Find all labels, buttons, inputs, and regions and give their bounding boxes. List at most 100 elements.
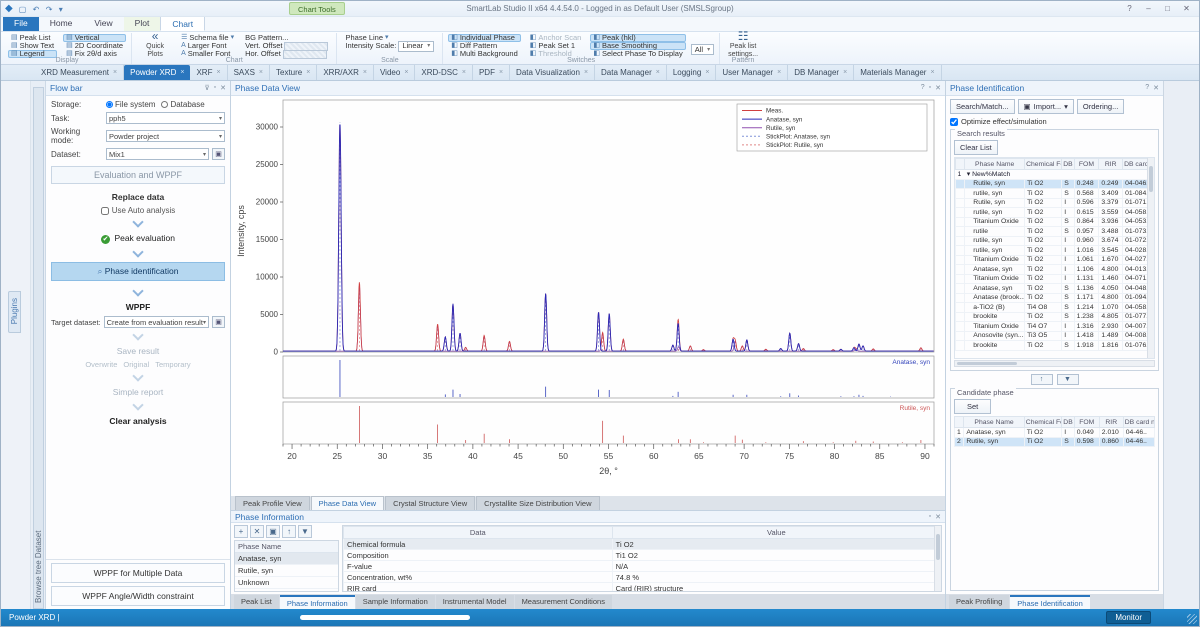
quick-plots-button[interactable]: « QuickPlots (137, 34, 173, 55)
result-row[interactable]: rutile, synTi O2 I1.0163.54504-028... (956, 246, 1154, 256)
plugin-tab[interactable]: Video× (374, 65, 415, 80)
phase-list-item[interactable]: Anatase, syn (235, 553, 338, 565)
column-header-value[interactable]: Value (612, 527, 940, 539)
plugin-tab[interactable]: XRD Measurement× (35, 65, 124, 80)
result-row[interactable]: Rutile, synTi O2 I0.5963.37901-071... (956, 198, 1154, 208)
close-tab-icon[interactable]: × (705, 65, 709, 80)
storage-radio[interactable]: File system (106, 100, 155, 109)
bottom-tab[interactable]: Instrumental Model (436, 595, 514, 609)
detail-row[interactable]: Chemical formulaTi O2 (344, 539, 941, 550)
result-row[interactable]: rutile, synTi O2 S0.5683.40901-084... (956, 189, 1154, 199)
close-tab-icon[interactable]: × (930, 65, 934, 80)
result-row[interactable]: Anosovite (syn...Ti3 O5 I1.4181.48904-00… (956, 331, 1154, 341)
col-phase-name[interactable]: Phase Name (965, 159, 1025, 170)
col-formula[interactable]: Chemical Form... (1025, 159, 1062, 170)
redo-icon[interactable]: ↷ (46, 5, 53, 14)
target-dataset-select[interactable]: Create from evaluation result▾ (104, 316, 209, 328)
result-row[interactable]: Rutile, synTi O2 S0.2480.24904-046... (956, 179, 1154, 189)
task-select[interactable]: pph5▾ (106, 112, 225, 124)
help-icon[interactable]: ? (921, 84, 925, 92)
help-icon[interactable]: ? (1145, 84, 1149, 92)
bottom-tab[interactable]: Phase Information (280, 595, 355, 609)
result-row[interactable]: rutileTi O2 S0.9573.48801-073... (956, 227, 1154, 237)
detail-row[interactable]: CompositionTi1 O2 (344, 550, 941, 561)
detail-row[interactable]: RIR cardCard (RIR) structure (344, 583, 941, 593)
auto-analysis-checkbox[interactable] (101, 207, 109, 215)
qat-dropdown-icon[interactable]: ▾ (59, 5, 63, 14)
close-tab-icon[interactable]: × (462, 65, 466, 80)
plugin-tab[interactable]: PDF× (473, 65, 510, 80)
result-row[interactable]: rutile, synTi O2 I0.6153.55904-058... (956, 208, 1154, 218)
close-button[interactable]: ✕ (1178, 3, 1195, 15)
resize-grip[interactable] (1187, 614, 1197, 624)
ribbon-tab[interactable]: File (3, 16, 39, 31)
plugin-tab[interactable]: Texture× (270, 65, 317, 80)
sort-button[interactable]: ▼ (298, 525, 312, 538)
ordering-button[interactable]: Ordering... (1077, 99, 1124, 114)
ribbon-tab[interactable]: Chart (160, 16, 205, 31)
close-tab-icon[interactable]: × (306, 65, 310, 80)
save-icon[interactable]: ▢ (19, 5, 27, 14)
col-fom[interactable]: FOM (1074, 159, 1099, 170)
result-row[interactable]: brookiteTi O2 S1.2384.80501-077... (956, 312, 1154, 322)
move-to-candidate-button[interactable]: ↑ (1031, 374, 1053, 385)
plugins-side-tab[interactable]: Plugins (8, 291, 21, 333)
flow-step-peak-evaluation[interactable]: ✔ Peak evaluation (51, 232, 225, 245)
optimize-checkbox[interactable] (950, 118, 958, 126)
maximize-button[interactable]: □ (1159, 3, 1176, 15)
add-phase-button[interactable]: + (234, 525, 248, 538)
dataset-browse-button[interactable]: ▣ (212, 148, 225, 160)
import-button[interactable]: ▣ Import... ▾ (1018, 99, 1074, 114)
close-tab-icon[interactable]: × (259, 65, 263, 80)
result-row[interactable]: Titanium OxideTi O2 I1.0611.67004-027... (956, 255, 1154, 265)
close-tab-icon[interactable]: × (404, 65, 408, 80)
result-row[interactable]: Titanium OxideTi O2 I1.1311.46004-071... (956, 274, 1154, 284)
plugin-tab[interactable]: SAXS× (228, 65, 270, 80)
result-row[interactable]: brookiteTi O2 S1.9181.81601-076... (956, 341, 1154, 351)
expand-icon[interactable]: ▾ (967, 171, 970, 178)
help-button[interactable]: ? (1121, 3, 1138, 15)
view-tab[interactable]: Phase Data View (311, 496, 384, 510)
working-mode-select[interactable]: Powder project▾ (106, 130, 225, 142)
float-icon[interactable]: ▫ (929, 513, 931, 521)
plugin-tab[interactable]: XRF× (190, 65, 227, 80)
close-tab-icon[interactable]: × (843, 65, 847, 80)
float-icon[interactable]: ▫ (929, 84, 931, 92)
right-tab[interactable]: Peak Profiling (949, 595, 1009, 609)
flow-step-clear-analysis[interactable]: Clear analysis (51, 415, 225, 427)
dataset-select[interactable]: Mix1▾ (106, 148, 209, 160)
minimize-button[interactable]: – (1140, 3, 1157, 15)
search-results-vscrollbar[interactable] (1147, 158, 1154, 358)
close-tab-icon[interactable]: × (113, 65, 117, 80)
wppf-footer-button[interactable]: WPPF for Multiple Data (51, 563, 225, 583)
right-tab[interactable]: Phase Identification (1010, 595, 1089, 609)
plugin-tab[interactable]: Logging× (667, 65, 717, 80)
plugin-tab[interactable]: XRD-DSC× (415, 65, 473, 80)
close-tab-icon[interactable]: × (656, 65, 660, 80)
collapsed-tree-tab[interactable]: Browse tree Dataset (31, 81, 46, 609)
col-db[interactable]: DB (1062, 159, 1074, 170)
close-icon[interactable]: ✕ (935, 513, 941, 521)
view-tab[interactable]: Crystal Structure View (385, 496, 475, 510)
float-icon[interactable]: ▫ (214, 84, 216, 92)
result-row[interactable]: Anatase, synTi O2 S1.1364.05004-048... (956, 284, 1154, 294)
result-row[interactable]: Titanium OxideTi4 O7 I1.3162.93004-007..… (956, 322, 1154, 332)
bottom-tab[interactable]: Measurement Conditions (515, 595, 612, 609)
close-tab-icon[interactable]: × (499, 65, 503, 80)
undo-icon[interactable]: ↶ (33, 5, 40, 14)
move-up-button[interactable]: ↑ (282, 525, 296, 538)
bottom-tab[interactable]: Peak List (234, 595, 279, 609)
phase-list-item[interactable]: Unknown (235, 577, 338, 589)
target-dataset-options-button[interactable]: ▣ (212, 316, 225, 328)
result-row[interactable]: Anatase, synTi O2 I1.1064.80004-013... (956, 265, 1154, 275)
close-tab-icon[interactable]: × (180, 65, 184, 80)
flow-step-phase-identification[interactable]: ⌕ Phase identification (51, 262, 225, 281)
search-match-button[interactable]: Search/Match... (950, 99, 1015, 114)
phase-list-item[interactable]: Rutile, syn (235, 565, 338, 577)
monitor-button[interactable]: Monitor (1106, 611, 1151, 624)
close-icon[interactable]: ✕ (1153, 84, 1159, 92)
search-results-hscrollbar[interactable] (954, 360, 1155, 367)
close-icon[interactable]: ✕ (935, 84, 941, 92)
candidate-row[interactable]: 1Anatase, synTi O2 I0.0492.01004-46.. (955, 428, 1155, 438)
close-icon[interactable]: ✕ (220, 84, 226, 92)
